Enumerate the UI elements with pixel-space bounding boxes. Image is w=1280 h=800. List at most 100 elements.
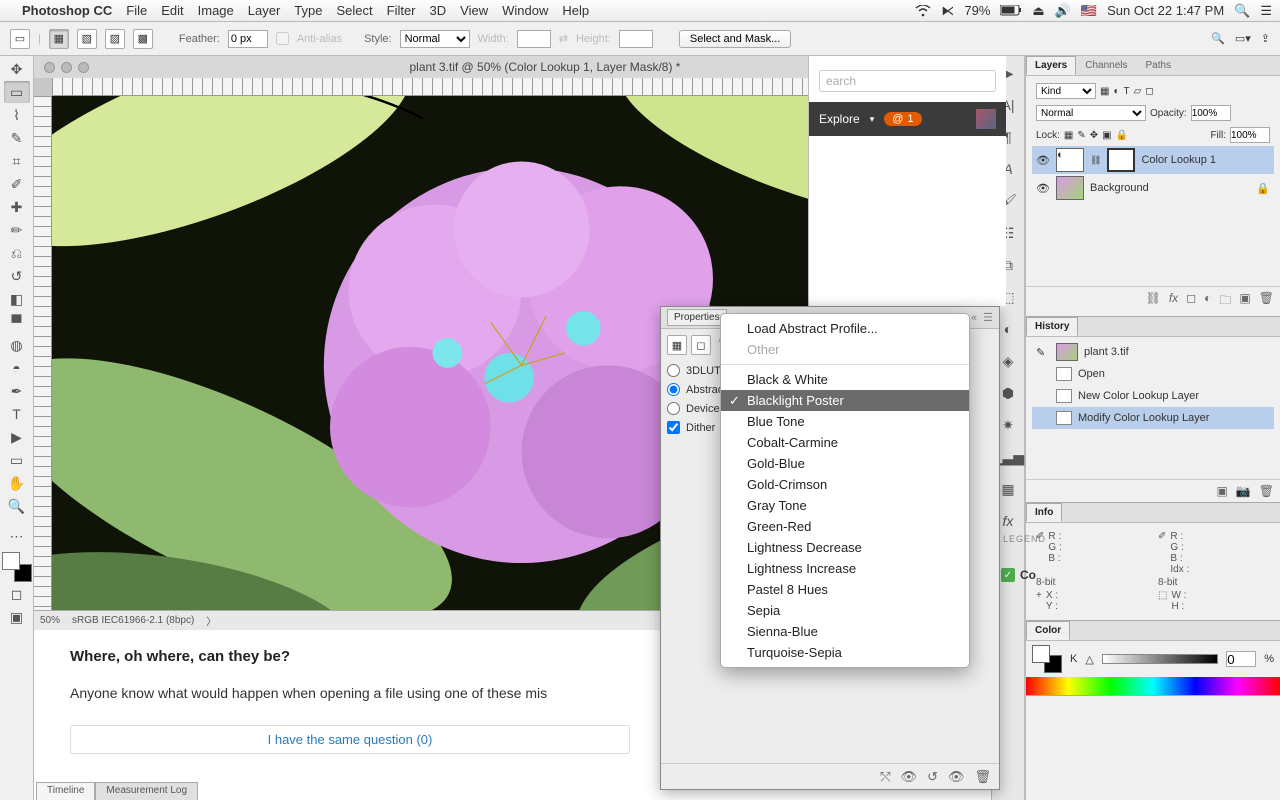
collapse-icon[interactable]: « — [971, 312, 977, 324]
toggle-visibility-icon[interactable]: 👁 — [948, 769, 965, 785]
reset-icon[interactable]: ↺ — [927, 769, 938, 785]
share-icon[interactable]: ⇪ — [1261, 32, 1270, 45]
clock[interactable]: Sun Oct 22 1:47 PM — [1107, 3, 1224, 18]
color-swatches[interactable] — [2, 552, 32, 582]
link-icon[interactable]: ⛓ — [1090, 155, 1101, 166]
delete-icon[interactable]: 🗑 — [1259, 484, 1274, 498]
menu-layer[interactable]: Layer — [248, 3, 281, 18]
workspace-icon[interactable]: ▭▾ — [1235, 32, 1251, 45]
filter-smart-icon[interactable]: ◻ — [1145, 86, 1153, 97]
lock-artboard-icon[interactable]: ▣ — [1102, 130, 1111, 141]
opacity-input[interactable] — [1191, 105, 1231, 121]
snapshot-icon[interactable]: 📷 — [1236, 484, 1251, 498]
dd-item[interactable]: Gold-Crimson — [721, 474, 969, 495]
menu-image[interactable]: Image — [198, 3, 234, 18]
bluetooth-icon[interactable]: ⧔ — [941, 3, 954, 19]
layer-row-background[interactable]: 👁 Background 🔒 — [1032, 174, 1274, 202]
wifi-icon[interactable] — [915, 5, 931, 17]
menu-help[interactable]: Help — [562, 3, 589, 18]
dd-item[interactable]: Gold-Blue — [721, 453, 969, 474]
dd-item[interactable]: Turquoise-Sepia — [721, 642, 969, 663]
history-step[interactable]: New Color Lookup Layer — [1032, 385, 1274, 407]
clip-icon[interactable]: ⤲ — [880, 769, 890, 785]
dd-item[interactable]: Gray Tone — [721, 495, 969, 516]
blend-mode-select[interactable]: Normal — [1036, 105, 1146, 121]
zoom-tool-icon[interactable]: 🔍 — [4, 495, 30, 517]
library-search-input[interactable]: earch — [819, 70, 996, 92]
slider-handle-icon[interactable]: △ — [1085, 653, 1093, 666]
same-question-button[interactable]: I have the same question (0) — [70, 725, 630, 754]
new-layer-icon[interactable]: ▣ — [1239, 291, 1250, 312]
selection-add-icon[interactable]: ▧ — [77, 29, 97, 49]
tool-preset-icon[interactable]: ▭ — [10, 29, 30, 49]
k-input[interactable] — [1226, 651, 1256, 667]
selection-subtract-icon[interactable]: ▨ — [105, 29, 125, 49]
status-chevron-icon[interactable]: 〉 — [206, 613, 216, 628]
3dlut-radio[interactable] — [667, 364, 680, 377]
menu-view[interactable]: View — [460, 3, 488, 18]
3d-icon[interactable]: ⬢ — [997, 382, 1019, 404]
marquee-tool-icon[interactable]: ▭ — [4, 81, 30, 103]
histogram-icon[interactable]: ▁▃▅ — [997, 446, 1019, 468]
foreground-color-swatch[interactable] — [2, 552, 20, 570]
dd-item[interactable]: Lightness Decrease — [721, 537, 969, 558]
devicelink-radio[interactable] — [667, 402, 680, 415]
fg-swatch[interactable] — [1032, 645, 1050, 663]
menu-select[interactable]: Select — [336, 3, 372, 18]
fx-icon[interactable]: fx — [1169, 291, 1178, 312]
zoom-readout[interactable]: 50% — [40, 615, 60, 626]
dd-item[interactable]: Green-Red — [721, 516, 969, 537]
dd-item[interactable]: Sepia — [721, 600, 969, 621]
crop-tool-icon[interactable]: ⌗ — [4, 150, 30, 172]
styles-icon[interactable]: ◈ — [997, 350, 1019, 372]
dd-item[interactable]: Cobalt-Carmine — [721, 432, 969, 453]
edit-toolbar-icon[interactable]: ⋯ — [4, 525, 30, 547]
tab-properties[interactable]: Properties — [667, 309, 727, 326]
abstract-radio[interactable] — [667, 383, 680, 396]
selection-new-icon[interactable]: ▦ — [49, 29, 69, 49]
menu-filter[interactable]: Filter — [387, 3, 416, 18]
dd-load-profile[interactable]: Load Abstract Profile... — [721, 318, 969, 339]
fill-input[interactable] — [1230, 127, 1270, 143]
explore-link[interactable]: Explore — [819, 112, 860, 126]
dd-item[interactable]: Sienna-Blue — [721, 621, 969, 642]
quick-select-tool-icon[interactable]: ✎ — [4, 127, 30, 149]
filter-pixel-icon[interactable]: ▦ — [1100, 86, 1109, 97]
mentions-badge[interactable]: @1 — [884, 112, 921, 126]
hand-tool-icon[interactable]: ✋ — [4, 472, 30, 494]
layer-filter-select[interactable]: Kind — [1036, 83, 1096, 99]
layer-row-colorlookup[interactable]: 👁 ◐ ⛓ Color Lookup 1 — [1032, 146, 1274, 174]
lock-all-icon[interactable]: 🔒 — [1116, 130, 1128, 141]
layer-thumb[interactable] — [1056, 176, 1084, 200]
lock-trans-icon[interactable]: ▦ — [1064, 130, 1073, 141]
tab-info[interactable]: Info — [1026, 503, 1062, 522]
dd-item[interactable]: Blue Tone — [721, 411, 969, 432]
tab-layers[interactable]: Layers — [1026, 56, 1076, 75]
filter-shape-icon[interactable]: ▱ — [1134, 86, 1142, 97]
eraser-tool-icon[interactable]: ◧ — [4, 288, 30, 310]
pen-tool-icon[interactable]: ✒ — [4, 380, 30, 402]
gradient-tool-icon[interactable]: ▀ — [4, 311, 30, 333]
selection-intersect-icon[interactable]: ▩ — [133, 29, 153, 49]
lock-pos-icon[interactable]: ✥ — [1090, 130, 1098, 141]
lut-grid-icon[interactable]: ▦ — [667, 335, 687, 355]
tab-history[interactable]: History — [1026, 317, 1078, 336]
create-doc-icon[interactable]: ▣ — [1216, 484, 1227, 498]
select-and-mask-button[interactable]: Select and Mask... — [679, 30, 792, 48]
panel-menu-icon[interactable]: ☰ — [983, 311, 993, 324]
eyedropper-tool-icon[interactable]: ✐ — [4, 173, 30, 195]
menu-3d[interactable]: 3D — [430, 3, 447, 18]
blur-tool-icon[interactable]: ◍ — [4, 334, 30, 356]
app-name[interactable]: Photoshop CC — [22, 3, 112, 18]
view-previous-icon[interactable]: 👁 — [901, 769, 918, 785]
history-snapshot[interactable]: ✎ plant 3.tif — [1032, 341, 1274, 363]
menu-type[interactable]: Type — [294, 3, 322, 18]
delete-icon[interactable]: 🗑 — [1259, 291, 1274, 312]
color-swatches[interactable] — [1032, 645, 1062, 673]
tab-paths[interactable]: Paths — [1137, 56, 1181, 75]
lock-pixels-icon[interactable]: ✎ — [1077, 130, 1085, 141]
ruler-vertical[interactable] — [34, 96, 52, 610]
layer-name[interactable]: Background — [1090, 182, 1149, 194]
menu-file[interactable]: File — [126, 3, 147, 18]
tab-channels[interactable]: Channels — [1076, 56, 1136, 75]
